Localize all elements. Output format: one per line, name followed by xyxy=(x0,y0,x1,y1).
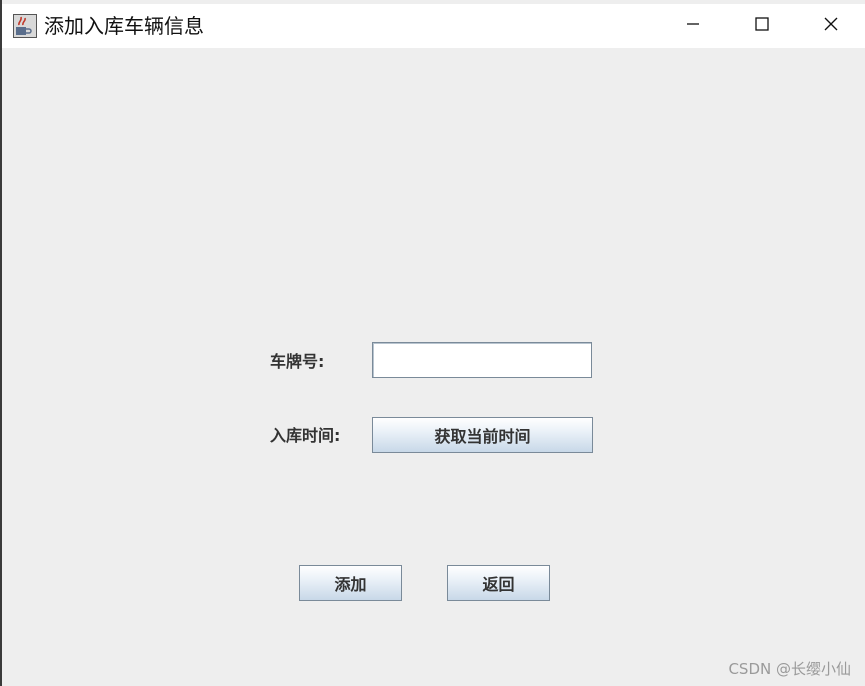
get-current-time-button[interactable]: 获取当前时间 xyxy=(372,417,593,453)
maximize-button[interactable] xyxy=(728,4,796,48)
plate-number-label: 车牌号: xyxy=(270,352,325,371)
watermark-text: CSDN @长缨小仙 xyxy=(728,660,851,678)
back-button[interactable]: 返回 xyxy=(447,565,550,601)
plate-number-input[interactable] xyxy=(372,342,592,378)
close-icon xyxy=(823,16,839,36)
java-cup-icon xyxy=(13,14,37,38)
dialog-window: 添加入库车辆信息 车牌号: 入库时间: 获取当前时间 添加 返回 CSDN @长… xyxy=(0,0,865,686)
add-button[interactable]: 添加 xyxy=(299,565,402,601)
title-bar[interactable]: 添加入库车辆信息 xyxy=(2,4,865,48)
window-title: 添加入库车辆信息 xyxy=(44,14,204,38)
minimize-icon xyxy=(685,16,701,36)
entry-time-label: 入库时间: xyxy=(270,426,341,445)
maximize-icon xyxy=(754,16,770,36)
minimize-button[interactable] xyxy=(659,4,727,48)
close-button[interactable] xyxy=(797,4,865,48)
